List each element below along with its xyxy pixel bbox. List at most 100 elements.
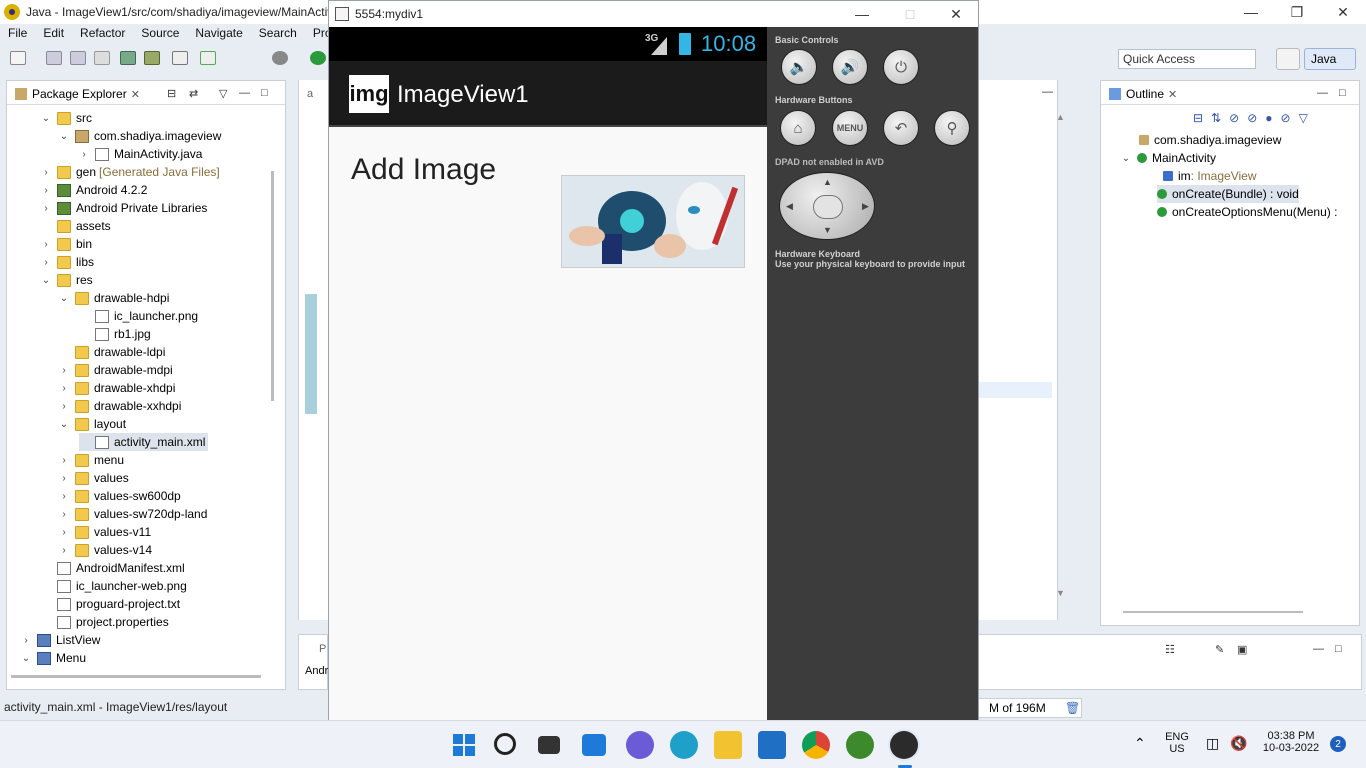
outline-item[interactable]: ⌄ MainActivity <box>1121 149 1216 167</box>
emulator-taskbar-icon[interactable] <box>890 731 918 759</box>
tree-scrollbar[interactable] <box>271 171 274 401</box>
scroll-up-icon[interactable]: ▲ <box>1056 112 1065 122</box>
tree-hscrollbar[interactable] <box>11 675 261 678</box>
device-screen[interactable]: 3G 10:08 img ImageView1 Add Image <box>329 27 767 721</box>
tree-item[interactable]: › ListView <box>21 631 103 649</box>
chevron-right-icon[interactable]: › <box>59 473 69 484</box>
quick-access-input[interactable]: Quick Access <box>1118 49 1256 69</box>
print-icon[interactable] <box>94 51 110 65</box>
chevron-right-icon[interactable]: › <box>59 545 69 556</box>
outline-minimize-icon[interactable]: — <box>1317 87 1328 99</box>
tree-item[interactable]: ⌄ src <box>41 109 95 127</box>
tree-item[interactable]: › values-sw720dp-land <box>59 505 210 523</box>
hide-static-icon[interactable]: ⊘ <box>1247 111 1257 127</box>
trash-icon[interactable]: 🗑 <box>1065 701 1080 715</box>
tree-item[interactable]: assets <box>41 217 114 235</box>
hide-local-types-icon[interactable]: ⊘ <box>1281 111 1291 127</box>
teams-chat-icon[interactable] <box>626 731 654 759</box>
outline-item[interactable]: com.shadiya.imageview <box>1139 131 1281 149</box>
tree-item[interactable]: rb1.jpg <box>79 325 154 343</box>
hide-nonpublic-icon[interactable]: ● <box>1265 111 1272 127</box>
eclipse-taskbar-icon[interactable] <box>846 731 874 759</box>
outline-maximize-icon[interactable]: □ <box>1339 87 1346 99</box>
new-icon[interactable] <box>10 51 26 65</box>
chevron-down-icon[interactable]: ⌄ <box>21 653 31 664</box>
menu-refactor[interactable]: Refactor <box>72 24 133 42</box>
menu-edit[interactable]: Edit <box>35 24 72 42</box>
menu-button[interactable]: MENU <box>832 110 868 146</box>
chevron-right-icon[interactable]: › <box>59 383 69 394</box>
volume-up-button[interactable]: 🔊 <box>832 49 868 85</box>
tree-item[interactable]: › values-sw600dp <box>59 487 184 505</box>
pin-console-icon[interactable]: ✎ <box>1215 643 1224 656</box>
bottom-tab-fragment[interactable]: P <box>319 643 326 655</box>
tree-item[interactable]: ⌄ Menu <box>21 649 89 667</box>
taskbar-search-icon[interactable] <box>494 733 516 755</box>
language-indicator[interactable]: ENG US <box>1160 731 1194 755</box>
chevron-right-icon[interactable]: › <box>21 635 31 646</box>
tree-item[interactable]: › values-v11 <box>59 523 154 541</box>
menu-search[interactable]: Search <box>251 24 305 42</box>
minimize-view-icon[interactable]: — <box>239 87 250 99</box>
restore-icon[interactable]: ❐ <box>1274 0 1320 24</box>
chevron-right-icon[interactable]: › <box>59 455 69 466</box>
view-menu-icon[interactable]: ▽ <box>219 87 227 100</box>
chevron-down-icon[interactable]: ⌄ <box>41 113 51 124</box>
dpad-center-button[interactable] <box>813 195 843 219</box>
tree-item[interactable]: › gen [Generated Java Files] <box>41 163 219 181</box>
chevron-right-icon[interactable]: › <box>59 527 69 538</box>
collapse-outline-icon[interactable]: ⊟ <box>1193 111 1203 127</box>
tree-item[interactable]: drawable-ldpi <box>59 343 168 361</box>
emulator-close-icon[interactable]: ✕ <box>933 1 979 27</box>
tree-item[interactable]: › menu <box>59 451 127 469</box>
chevron-right-icon[interactable]: › <box>59 365 69 376</box>
edge-icon[interactable] <box>670 731 698 759</box>
start-icon[interactable] <box>450 731 478 759</box>
chevron-right-icon[interactable]: › <box>41 257 51 268</box>
chevron-right-icon[interactable]: › <box>59 491 69 502</box>
scroll-down-icon[interactable]: ▼ <box>1056 588 1065 598</box>
emulator-maximize-icon[interactable]: □ <box>887 1 933 27</box>
outline-item[interactable]: onCreate(Bundle) : void <box>1157 185 1299 203</box>
hide-fields-icon[interactable]: ⊘ <box>1229 111 1239 127</box>
display-console-icon[interactable]: ▣ <box>1237 643 1247 656</box>
menu-file[interactable]: File <box>0 24 35 42</box>
tree-item[interactable]: ic_launcher.png <box>79 307 201 325</box>
tree-item[interactable]: › drawable-mdpi <box>59 361 176 379</box>
java-perspective-button[interactable]: Java <box>1304 48 1356 70</box>
dpad-up-icon[interactable]: ▲ <box>823 177 832 187</box>
chevron-right-icon[interactable]: › <box>41 185 51 196</box>
chevron-right-icon[interactable]: › <box>41 239 51 250</box>
dpad-down-icon[interactable]: ▼ <box>823 225 832 235</box>
display-icon[interactable]: ◫ <box>1206 735 1219 752</box>
tree-item[interactable]: ⌄ res <box>41 271 96 289</box>
android-sdk-icon[interactable] <box>144 51 160 65</box>
tree-item[interactable]: activity_main.xml <box>79 433 209 451</box>
outline-hscrollbar[interactable] <box>1123 611 1303 613</box>
power-button[interactable]: ⏻ <box>883 49 919 85</box>
volume-down-button[interactable]: 🔈 <box>781 49 817 85</box>
close-icon[interactable]: ✕ <box>1320 0 1366 24</box>
debug-icon[interactable] <box>272 51 288 65</box>
menu-source[interactable]: Source <box>133 24 187 42</box>
outline-item[interactable]: im: ImageView <box>1163 167 1256 185</box>
editor-tab-fragment[interactable]: a <box>307 88 313 100</box>
close-tab-icon[interactable]: ✕ <box>131 88 140 101</box>
tab-package-explorer[interactable]: Package Explorer ✕ <box>11 84 144 104</box>
open-perspective-icon[interactable] <box>1276 48 1300 70</box>
tree-item[interactable]: › MainActivity.java <box>79 145 205 163</box>
link-editor-icon[interactable]: ⇄ <box>189 87 198 100</box>
chevron-down-icon[interactable]: ⌄ <box>1121 153 1131 164</box>
tree-item[interactable]: proguard-project.txt <box>41 595 183 613</box>
chevron-down-icon[interactable]: ⌄ <box>59 131 69 142</box>
robot-image[interactable] <box>561 175 745 268</box>
save-icon[interactable] <box>46 51 62 65</box>
run-icon[interactable] <box>310 51 326 65</box>
chrome-icon[interactable] <box>802 731 830 759</box>
tree-item[interactable]: project.properties <box>41 613 172 631</box>
toggle-breakpoint-icon[interactable] <box>172 51 188 65</box>
chevron-down-icon[interactable]: ⌄ <box>59 293 69 304</box>
search-button[interactable]: ⚲ <box>934 110 970 146</box>
mail-icon[interactable] <box>758 731 786 759</box>
emulator-minimize-icon[interactable]: — <box>839 1 885 27</box>
